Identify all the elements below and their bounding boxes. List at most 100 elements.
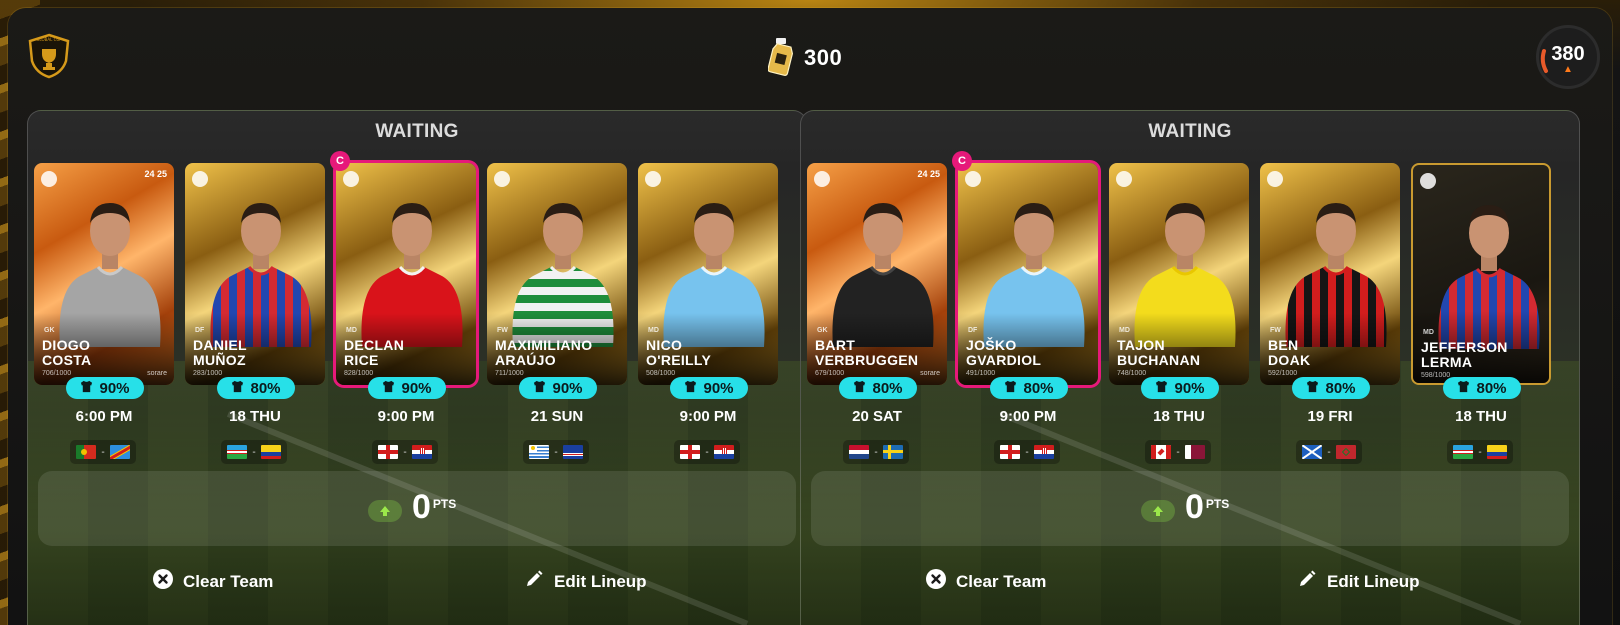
player-first-name: DANIEL: [193, 337, 247, 353]
player-first-name: BEN: [1268, 337, 1299, 353]
player-last-name: RICE: [344, 352, 379, 368]
player-first-name: MAXIMILIANO: [495, 337, 593, 353]
clear-team-label: Clear Team: [956, 571, 1047, 591]
match-fixture[interactable]: -: [70, 440, 136, 464]
player-slot[interactable]: FW MAXIMILIANO ARAÚJO 711/1000 90% 21 SUN -: [487, 163, 627, 503]
player-slot[interactable]: 24 25 GK DIOGO COSTA 706/1000 sorare 90% 6:00 P…: [34, 163, 174, 503]
card-brand: sorare: [920, 370, 940, 377]
player-card[interactable]: MD JEFFERSON LERMA 598/1000: [1411, 163, 1551, 385]
shirt-icon: [382, 380, 395, 397]
player-last-name: COSTA: [42, 352, 92, 368]
shield-trophy-icon[interactable]: GLOBAL CUP: [28, 33, 70, 79]
player-first-name: BART: [815, 337, 856, 353]
player-slot[interactable]: DF DANIEL MUÑOZ 283/1000 80% 18 THU -: [185, 163, 325, 503]
match-fixture[interactable]: -: [1296, 440, 1362, 464]
clear-team-button[interactable]: Clear Team: [153, 569, 273, 594]
card-serial: 598/1000: [1421, 372, 1451, 379]
dr-congo-flag-icon: [109, 445, 130, 459]
card-serial: 748/1000: [1117, 370, 1147, 377]
card-position: FW: [1270, 327, 1281, 334]
match-fixture[interactable]: -: [1447, 440, 1513, 464]
fixture-separator: -: [101, 446, 105, 458]
match-time: 18 THU: [1153, 408, 1205, 425]
scotland-flag-icon: [1302, 445, 1323, 459]
coin-balance[interactable]: 300: [767, 36, 842, 81]
player-last-name: BUCHANAN: [1117, 352, 1201, 368]
player-first-name: NICO: [646, 337, 683, 353]
play-chance-badge: 90%: [66, 377, 144, 399]
play-chance-badge: 90%: [368, 377, 446, 399]
player-first-name: DECLAN: [344, 337, 405, 353]
shirt-icon: [1306, 380, 1319, 397]
player-slot[interactable]: MD NICO O'REILLY 508/1000 90% 9:00 PM -: [638, 163, 778, 503]
player-first-name: DIOGO: [42, 337, 91, 353]
fixture-separator: -: [1176, 446, 1180, 458]
player-name: TAJON BUCHANAN: [1117, 338, 1200, 368]
clear-team-button[interactable]: Clear Team: [926, 569, 1046, 594]
player-name: BEN DOAK: [1268, 338, 1310, 368]
shirt-icon: [1155, 380, 1168, 397]
player-name: DIOGO COSTA: [42, 338, 91, 368]
card-brand: sorare: [147, 370, 167, 377]
player-card[interactable]: FW MAXIMILIANO ARAÚJO 711/1000: [487, 163, 627, 385]
card-serial: 508/1000: [646, 370, 676, 377]
player-slot[interactable]: MD TAJON BUCHANAN 748/1000 90% 18 THU -: [1109, 163, 1249, 503]
play-chance-value: 90%: [552, 379, 583, 397]
card-position: MD: [1119, 327, 1130, 334]
play-chance-value: 90%: [703, 379, 734, 397]
player-card[interactable]: DF DANIEL MUÑOZ 283/1000: [185, 163, 325, 385]
points-box: 0 PTS: [811, 471, 1569, 546]
match-fixture[interactable]: -: [221, 440, 287, 464]
player-last-name: GVARDIOL: [966, 352, 1042, 368]
player-card[interactable]: 24 25 GK BART VERBRUGGEN 679/1000 sorare: [807, 163, 947, 385]
coin-bottle-icon: [767, 36, 794, 81]
card-position: MD: [1423, 329, 1434, 336]
player-slot[interactable]: C DF JOŠKO GVARDIOL 491/1000 80% 9:00 PM -: [952, 151, 1098, 503]
portugal-flag-icon: [76, 445, 97, 459]
uzbekistan-flag-icon: [1453, 445, 1474, 459]
club-crest-icon: [645, 171, 661, 187]
play-chance-badge: 80%: [217, 377, 295, 399]
match-fixture[interactable]: -: [994, 440, 1060, 464]
logo-text: GLOBAL CUP: [36, 37, 62, 42]
qatar-flag-icon: [1184, 445, 1205, 459]
points-value: 0: [412, 488, 431, 526]
play-chance-value: 80%: [1476, 379, 1507, 397]
player-card[interactable]: MD TAJON BUCHANAN 748/1000: [1109, 163, 1249, 385]
match-fixture[interactable]: -: [523, 440, 589, 464]
player-card[interactable]: DF JOŠKO GVARDIOL 491/1000: [958, 163, 1098, 385]
match-fixture[interactable]: -: [843, 440, 909, 464]
clear-team-label: Clear Team: [183, 571, 274, 591]
uruguay-flag-icon: [529, 445, 550, 459]
player-slot[interactable]: FW BEN DOAK 592/1000 80% 19 FRI -: [1260, 163, 1400, 503]
croatia-flag-icon: [713, 445, 734, 459]
player-name: DANIEL MUÑOZ: [193, 338, 247, 368]
play-chance-value: 80%: [1023, 379, 1054, 397]
shirt-icon: [1004, 380, 1017, 397]
player-card[interactable]: MD NICO O'REILLY 508/1000: [638, 163, 778, 385]
match-fixture[interactable]: -: [674, 440, 740, 464]
edit-lineup-button[interactable]: Edit Lineup: [524, 569, 647, 594]
match-fixture[interactable]: -: [372, 440, 438, 464]
close-circle-icon: [926, 569, 946, 594]
edit-lineup-button[interactable]: Edit Lineup: [1297, 569, 1420, 594]
colombia-flag-icon: [1486, 445, 1507, 459]
fixture-separator: -: [252, 446, 256, 458]
panel-actions: Clear Team Edit Lineup: [28, 569, 806, 599]
match-time: 9:00 PM: [377, 408, 435, 425]
shirt-icon: [853, 380, 866, 397]
player-slot[interactable]: 24 25 GK BART VERBRUGGEN 679/1000 sorare 80% 20…: [807, 163, 947, 503]
fixture-separator: -: [554, 446, 558, 458]
score-dial[interactable]: 380 ▲: [1536, 25, 1600, 89]
player-card[interactable]: FW BEN DOAK 592/1000: [1260, 163, 1400, 385]
player-card[interactable]: 24 25 GK DIOGO COSTA 706/1000 sorare: [34, 163, 174, 385]
pencil-icon: [524, 569, 544, 594]
play-chance-badge: 90%: [670, 377, 748, 399]
match-fixture[interactable]: -: [1145, 440, 1211, 464]
player-slot[interactable]: C MD DECLAN RICE 828/1000 90% 9:00 PM -: [330, 151, 476, 503]
card-serial: 491/1000: [966, 370, 996, 377]
morocco-flag-icon: [1335, 445, 1356, 459]
match-time: 9:00 PM: [999, 408, 1057, 425]
player-slot[interactable]: MD JEFFERSON LERMA 598/1000 80% 18 THU -: [1411, 163, 1551, 503]
player-card[interactable]: MD DECLAN RICE 828/1000: [336, 163, 476, 385]
